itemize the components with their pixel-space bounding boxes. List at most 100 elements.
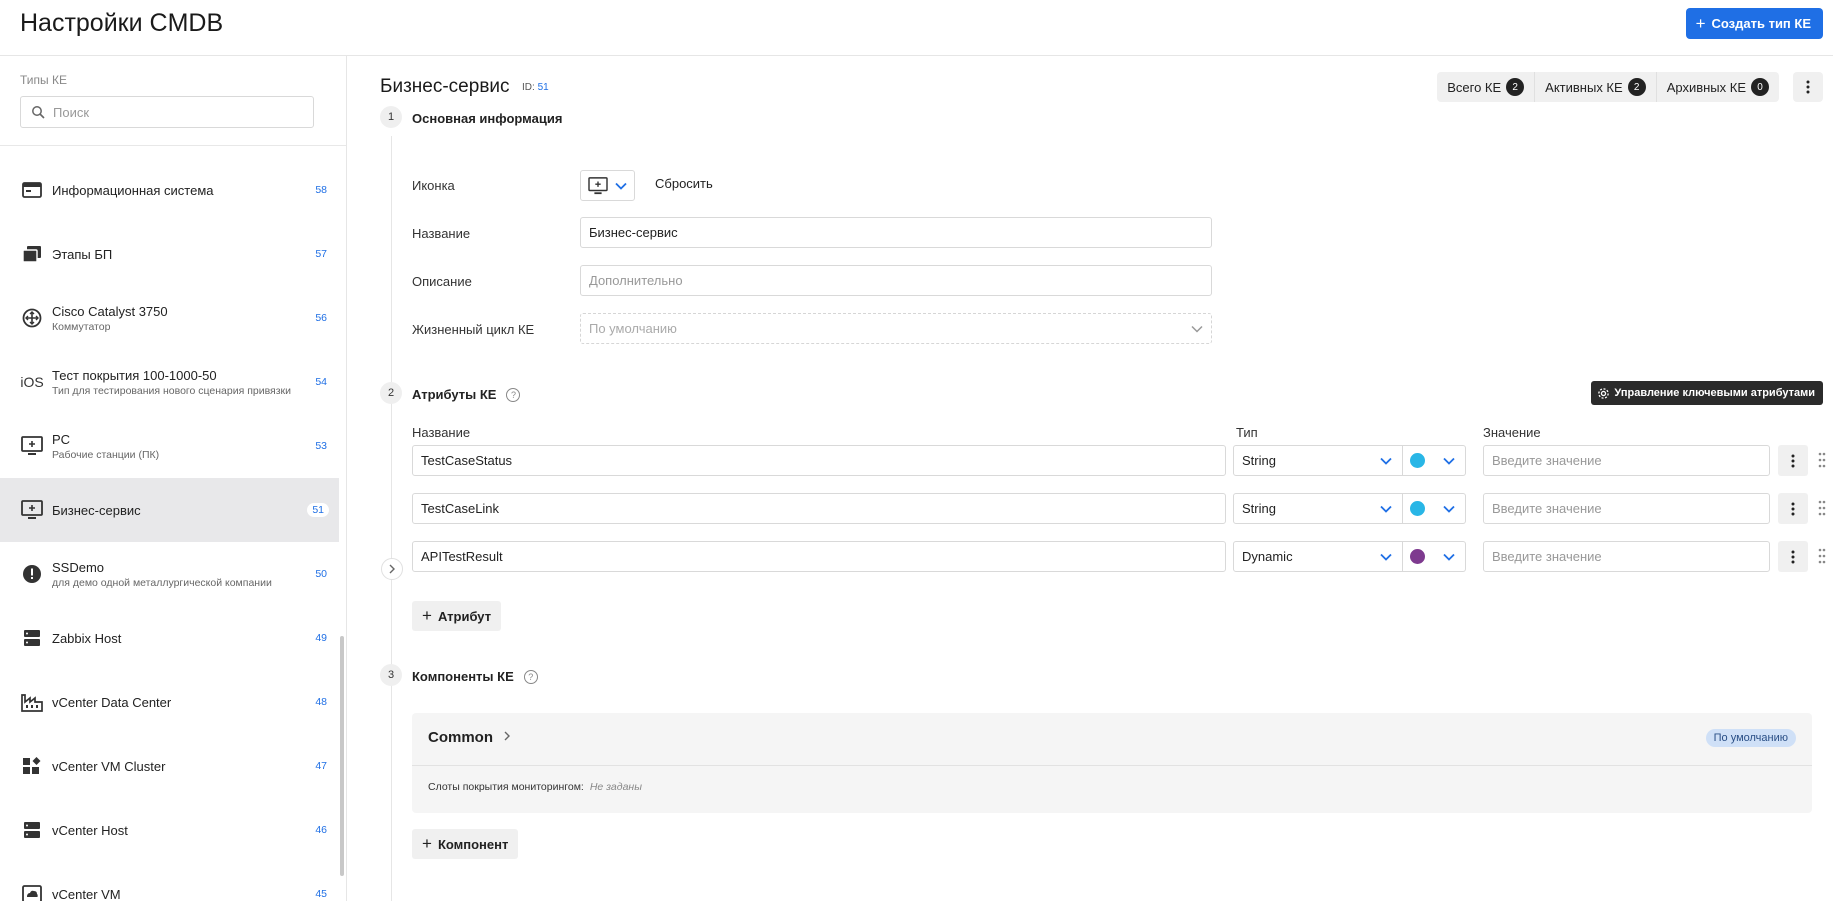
- attribute-row: APITestResult Dynamic Введите значение: [412, 541, 1832, 572]
- kebab-icon: [1791, 454, 1795, 467]
- attribute-menu-button[interactable]: [1778, 493, 1808, 524]
- attribute-value-input[interactable]: Введите значение: [1483, 541, 1770, 572]
- sidebar-item-label: vCenter VM Cluster: [52, 758, 166, 774]
- sidebar-item-id: 57: [315, 248, 327, 260]
- counter-badge: 2: [1627, 78, 1646, 96]
- sidebar-item-vcenter-data-center[interactable]: vCenter Data Center 48: [0, 670, 339, 734]
- expand-row-button[interactable]: [381, 558, 403, 580]
- counter-active[interactable]: Активных КЕ 2: [1535, 72, 1657, 102]
- add-attribute-label: Атрибут: [437, 608, 492, 624]
- sidebar-item-id: 56: [315, 312, 327, 324]
- attribute-value-input[interactable]: Введите значение: [1483, 445, 1770, 476]
- add-component-button[interactable]: + Компонент: [412, 829, 519, 859]
- name-input[interactable]: Бизнес-сервис: [580, 217, 1212, 248]
- sidebar-item-pc[interactable]: PC Рабочие станции (ПК) 53: [0, 414, 339, 478]
- chevron-down-icon: [1380, 457, 1392, 465]
- page-id: ID: 51: [522, 82, 549, 93]
- divider: [0, 145, 346, 146]
- more-options-button[interactable]: [1793, 72, 1823, 102]
- lifecycle-value: По умолчанию: [589, 321, 677, 336]
- sidebar-item-ssdemo[interactable]: SSDemo для демо одной металлургической ко…: [0, 542, 339, 606]
- kebab-icon: [1791, 550, 1795, 563]
- monitor-icon: [588, 176, 608, 194]
- sidebar-item-label: SSDemo: [52, 559, 105, 575]
- top-bar: Настройки CMDB + Создать тип КЕ: [0, 0, 1833, 56]
- lifecycle-select[interactable]: По умолчанию: [580, 313, 1212, 344]
- help-icon[interactable]: ?: [523, 670, 538, 684]
- sidebar-item-business-service[interactable]: Бизнес-сервис 51: [0, 478, 339, 542]
- search-box[interactable]: [20, 96, 314, 128]
- sidebar-item-subtitle: Рабочие станции (ПК): [52, 448, 160, 461]
- sidebar-item-vcenter-host[interactable]: vCenter Host 46: [0, 798, 339, 862]
- add-attribute-button[interactable]: + Атрибут: [412, 601, 502, 631]
- color-dot: [1410, 453, 1425, 468]
- attribute-color-select[interactable]: [1402, 445, 1466, 476]
- ios-icon: iOS: [20, 374, 44, 390]
- attribute-type-select[interactable]: String: [1233, 445, 1403, 476]
- monitor-icon: [20, 434, 44, 458]
- sidebar-item-label: vCenter VM: [52, 886, 121, 901]
- attribute-name-input[interactable]: APITestResult: [412, 541, 1226, 572]
- manage-key-attributes-label: Управление ключевыми атрибутами: [1614, 387, 1815, 399]
- attribute-color-select[interactable]: [1402, 493, 1466, 524]
- sidebar-item-coverage-test[interactable]: iOS Тест покрытия 100-1000-50 Тип для тес…: [0, 350, 339, 414]
- sidebar-item-id: 50: [315, 568, 327, 580]
- section-title-components: Компоненты КЕ?: [412, 669, 538, 684]
- description-input[interactable]: Дополнительно: [580, 265, 1212, 296]
- reset-icon-button[interactable]: Сбросить: [655, 176, 713, 191]
- attribute-name-input[interactable]: TestCaseLink: [412, 493, 1226, 524]
- section-title-text: Компоненты КЕ: [412, 669, 514, 684]
- create-ke-type-button[interactable]: + Создать тип КЕ: [1685, 8, 1823, 39]
- attribute-row: TestCaseStatus String Введите значение: [412, 445, 1832, 476]
- sidebar-item-label: Zabbix Host: [52, 630, 122, 646]
- slots-label: Слоты покрытия мониторингом:: [428, 781, 584, 793]
- attribute-value-input[interactable]: Введите значение: [1483, 493, 1770, 524]
- sidebar-item-id: 49: [315, 632, 327, 644]
- column-header-value: Значение: [1483, 425, 1541, 440]
- sidebar-item-bp-stages[interactable]: Этапы БП 57: [0, 222, 339, 286]
- drag-handle-icon[interactable]: [1818, 548, 1826, 564]
- sidebar-scrollbar[interactable]: [340, 636, 344, 876]
- sidebar-item-information-system[interactable]: Информационная система 58: [0, 158, 339, 222]
- sidebar-item-id: 46: [315, 824, 327, 836]
- monitor-icon: [20, 498, 44, 522]
- column-header-name: Название: [412, 425, 471, 440]
- drag-handle-icon[interactable]: [1818, 500, 1826, 516]
- sidebar-item-subtitle: Коммутатор: [52, 320, 111, 333]
- chevron-right-icon: [504, 731, 510, 741]
- chevron-down-icon: [1191, 325, 1203, 333]
- window-icon: [20, 178, 44, 202]
- component-card-header[interactable]: Common По умолчанию: [412, 713, 1812, 766]
- counter-total[interactable]: Всего КЕ 2: [1437, 72, 1536, 102]
- counter-label: Активных КЕ: [1545, 79, 1623, 95]
- sidebar-item-id: 51: [307, 503, 329, 517]
- counter-badge: 0: [1751, 78, 1769, 96]
- sidebar-item-label: Cisco Catalyst 3750: [52, 303, 168, 319]
- attribute-color-select[interactable]: [1402, 541, 1466, 572]
- sidebar-item-zabbix-host[interactable]: Zabbix Host 49: [0, 606, 339, 670]
- attribute-menu-button[interactable]: [1778, 445, 1808, 476]
- app-title: Настройки CMDB: [20, 9, 224, 37]
- sidebar-item-id: 45: [315, 888, 327, 900]
- cloud-box-icon: [20, 882, 44, 901]
- sidebar-item-cisco-catalyst[interactable]: Cisco Catalyst 3750 Коммутатор 56: [0, 286, 339, 350]
- chevron-down-icon: [615, 182, 627, 190]
- default-badge: По умолчанию: [1705, 729, 1796, 747]
- chevron-down-icon: [1443, 505, 1455, 513]
- attribute-name-input[interactable]: TestCaseStatus: [412, 445, 1226, 476]
- help-icon[interactable]: ?: [506, 388, 521, 402]
- counter-archived[interactable]: Архивных КЕ 0: [1656, 72, 1779, 102]
- manage-key-attributes-button[interactable]: Управление ключевыми атрибутами: [1591, 381, 1823, 405]
- chevron-down-icon: [1443, 553, 1455, 561]
- drag-handle-icon[interactable]: [1818, 452, 1826, 468]
- attribute-type-select[interactable]: String: [1233, 493, 1403, 524]
- sidebar-item-label: Бизнес-сервис: [52, 502, 141, 518]
- icon-picker[interactable]: [580, 170, 635, 201]
- kebab-icon: [1806, 80, 1810, 94]
- sidebar-item-vcenter-vm[interactable]: vCenter VM 45: [0, 862, 339, 901]
- attribute-menu-button[interactable]: [1778, 541, 1808, 572]
- sidebar-item-vcenter-vm-cluster[interactable]: vCenter VM Cluster 47: [0, 734, 339, 798]
- search-input[interactable]: [53, 104, 293, 120]
- section-title-attributes: Атрибуты КЕ?: [412, 387, 521, 402]
- attribute-type-select[interactable]: Dynamic: [1233, 541, 1403, 572]
